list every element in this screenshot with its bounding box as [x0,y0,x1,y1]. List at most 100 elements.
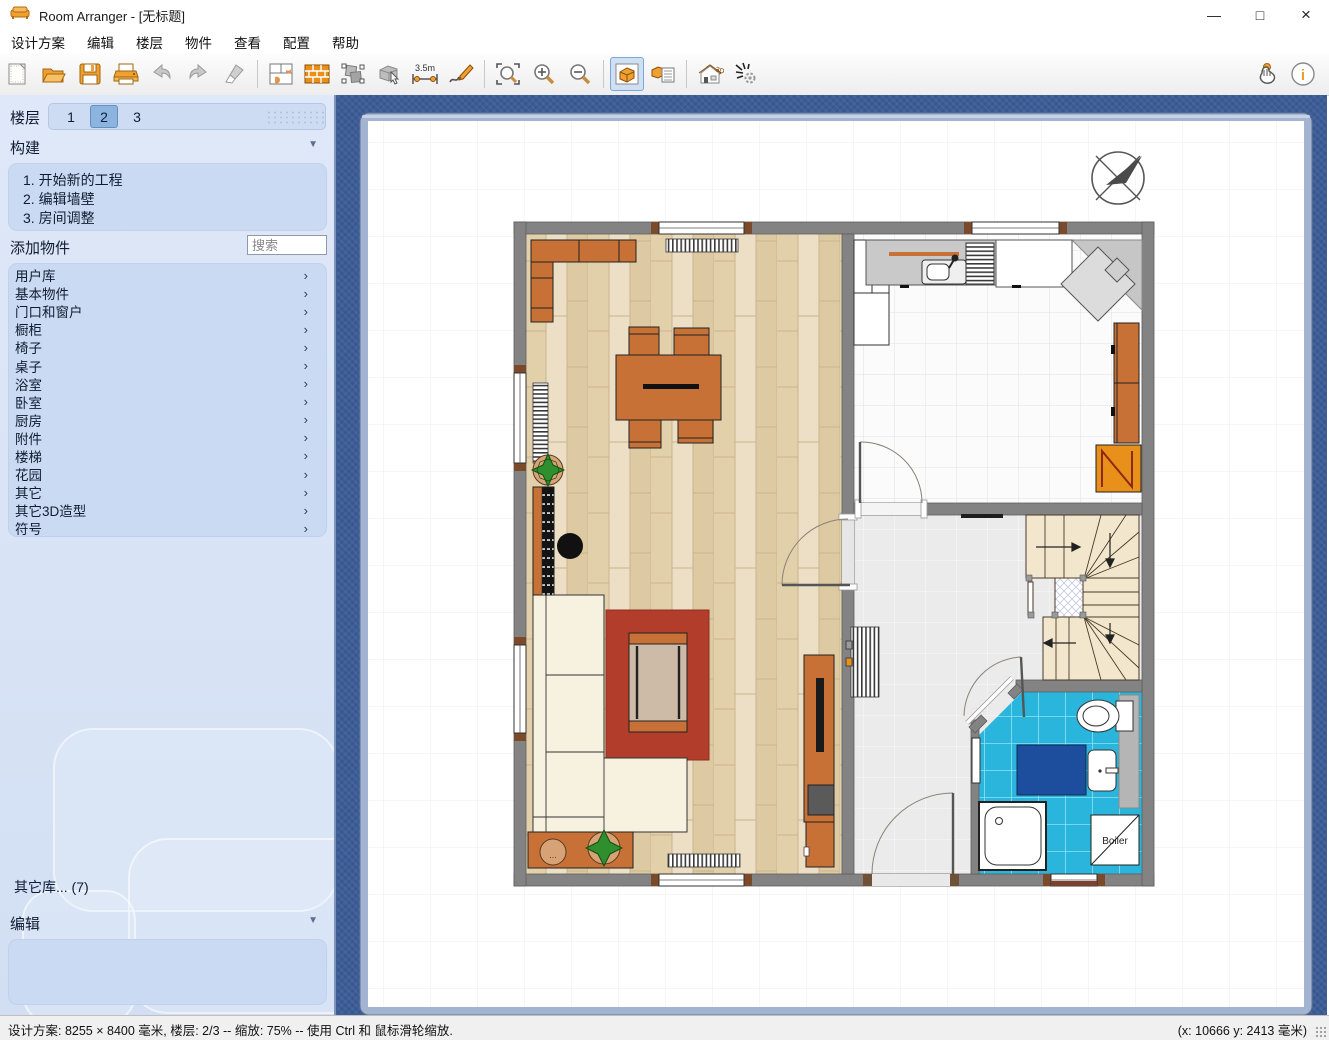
collapse-triangle-icon[interactable]: ▼ [308,139,318,150]
category-label: 其它3D造型 [15,500,86,520]
status-bar: 设计方案: 8255 × 8400 毫米, 楼层: 2/3 -- 缩放: 75%… [0,1015,1329,1040]
build-step-1[interactable]: 1. 开始新的工程 [23,171,326,190]
visual-effects-button[interactable] [729,57,763,91]
towel-radiator [972,738,980,783]
floor-plan-button[interactable] [264,57,298,91]
category-item-13[interactable]: 其它3D造型 › [9,501,326,519]
undo-button[interactable] [145,57,179,91]
resize-grip[interactable] [1315,1026,1327,1038]
chevron-right-icon: › [304,268,308,283]
category-item-5[interactable]: 桌子› [9,356,326,374]
category-label: 楼梯 [15,446,42,466]
menu-item-5[interactable]: 配置 [272,30,321,54]
add-objects-header: 添加物件 [0,235,336,259]
floors-grip[interactable] [266,110,326,124]
floor-tab-1[interactable]: 1 [57,105,85,128]
category-item-1[interactable]: 基本物件› [9,284,326,302]
chevron-right-icon: › [304,521,308,536]
search-input[interactable] [247,235,327,255]
category-label: 厨房 [15,410,42,430]
category-label: 橱柜 [15,319,42,339]
more-libraries-link[interactable]: 其它库... (7) [14,877,89,897]
format-brush-button[interactable] [217,57,251,91]
menu-item-0[interactable]: 设计方案 [0,30,76,54]
build-step-3[interactable]: 3. 房间调整 [23,209,326,228]
title-bar: Room Arranger - [无标题] — □ × [0,0,1329,30]
bookshelf [533,487,554,595]
build-header-label: 构建 [10,137,40,158]
chevron-right-icon: › [304,340,308,355]
category-label: 花园 [15,464,42,484]
categories-panel: 用户库›基本物件›门口和窗户›橱柜›椅子›桌子›浴室›卧室›厨房›附件›楼梯›花… [8,263,327,537]
close-button[interactable]: × [1283,0,1329,30]
category-item-7[interactable]: 卧室› [9,393,326,411]
redo-button[interactable] [181,57,215,91]
menu-bar: 设计方案编辑楼层物件查看配置帮助 [0,30,1329,53]
object-properties-button[interactable] [646,57,680,91]
collapse-triangle-icon[interactable]: ▼ [308,915,318,926]
zoom-fit-button[interactable] [491,57,525,91]
menu-item-1[interactable]: 编辑 [76,30,125,54]
toolbar-separator [603,60,604,88]
category-item-6[interactable]: 浴室› [9,375,326,393]
select-3d-button[interactable] [372,57,406,91]
category-item-4[interactable]: 椅子› [9,338,326,356]
edit-panel [8,939,327,1005]
new-file-button[interactable] [1,57,35,91]
category-item-9[interactable]: 附件› [9,429,326,447]
chevron-right-icon: › [304,430,308,445]
menu-item-4[interactable]: 查看 [223,30,272,54]
category-item-11[interactable]: 花园› [9,465,326,483]
tv [816,678,824,752]
menu-item-2[interactable]: 楼层 [125,30,174,54]
show-objects-panel-button[interactable] [610,57,644,91]
app-sofa-icon [10,6,30,25]
floors-label: 楼层 [10,107,40,128]
measure-tape-button[interactable]: 3.5m [408,57,442,91]
category-item-2[interactable]: 门口和窗户 › [9,302,326,320]
floor-tab-3[interactable]: 3 [123,105,151,128]
dining-chair [629,327,659,355]
shower [979,802,1046,870]
svg-text:i: i [1301,67,1305,84]
wall-brick-button[interactable] [300,57,334,91]
pan-hand-icon[interactable] [1250,57,1284,91]
category-item-10[interactable]: 楼梯› [9,447,326,465]
category-item-12[interactable]: 其它› [9,483,326,501]
chevron-right-icon: › [304,412,308,427]
zoom-in-button[interactable] [527,57,561,91]
plan-canvas[interactable]: ... [336,95,1327,1015]
chevron-right-icon: › [304,304,308,319]
toolbar-separator [686,60,687,88]
build-step-2[interactable]: 2. 编辑墙壁 [23,190,326,209]
floor-tab-2[interactable]: 2 [90,105,118,128]
open-folder-button[interactable] [37,57,71,91]
boiler: Boiler [1091,815,1139,865]
menu-item-6[interactable]: 帮助 [321,30,370,54]
bathroom-sink [1088,750,1118,791]
dining-chair [629,420,661,448]
category-label: 门口和窗户 [15,301,83,321]
toolbar: 3.5m 3D i [0,53,1329,96]
category-item-0[interactable]: 用户库› [9,266,326,284]
category-item-8[interactable]: 厨房 › [9,411,326,429]
category-item-14[interactable]: 符号› [9,519,326,537]
sidebar: 楼层 123 构建 ▼ 1. 开始新的工程2. 编辑墙壁3. 房间调整 添加物件… [0,95,336,1015]
coffee-table [629,633,687,732]
build-panel: 1. 开始新的工程2. 编辑墙壁3. 房间调整 [8,163,327,231]
menu-item-3[interactable]: 物件 [174,30,223,54]
stool [557,533,583,559]
print-button[interactable] [109,57,143,91]
svg-text:3.5m: 3.5m [415,63,435,73]
dining-chair [674,328,709,355]
minimize-button[interactable]: — [1191,0,1237,30]
category-item-3[interactable]: 橱柜› [9,320,326,338]
chevron-right-icon: › [304,503,308,518]
select-objects-button[interactable] [336,57,370,91]
draw-pencil-button[interactable] [444,57,478,91]
info-icon[interactable]: i [1286,57,1320,91]
zoom-out-button[interactable] [563,57,597,91]
view-3d-button[interactable]: 3D [693,57,727,91]
save-button[interactable] [73,57,107,91]
maximize-button[interactable]: □ [1237,0,1283,30]
